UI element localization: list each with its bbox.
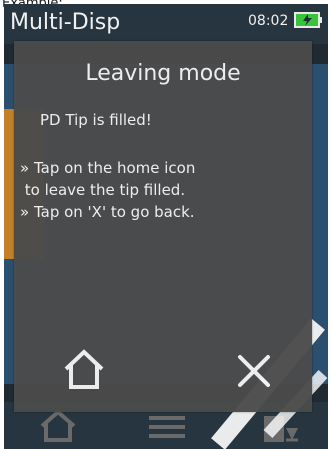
dialog-status-text: PD Tip is filled!	[40, 111, 152, 129]
close-icon[interactable]	[234, 351, 274, 391]
status-bar: Multi-Disp 08:02	[4, 4, 328, 44]
dialog-title: Leaving mode	[85, 61, 241, 86]
clock-time: 08:02	[248, 13, 289, 29]
leaving-mode-dialog: Leaving mode PD Tip is filled! » Tap on …	[14, 41, 312, 412]
menu-icon	[149, 416, 185, 438]
dialog-instruction-line: » Tap on the home icon	[20, 159, 196, 177]
dialog-instruction-line: to leave the tip filled.	[20, 181, 186, 199]
screenshot-stage: Example: Multi-Disp 08:02	[0, 0, 332, 449]
battery-charging-icon	[294, 12, 322, 28]
dialog-instruction-line: » Tap on 'X' to go back.	[20, 203, 195, 221]
home-icon[interactable]	[62, 347, 106, 391]
app-title: Multi-Disp	[10, 10, 121, 35]
